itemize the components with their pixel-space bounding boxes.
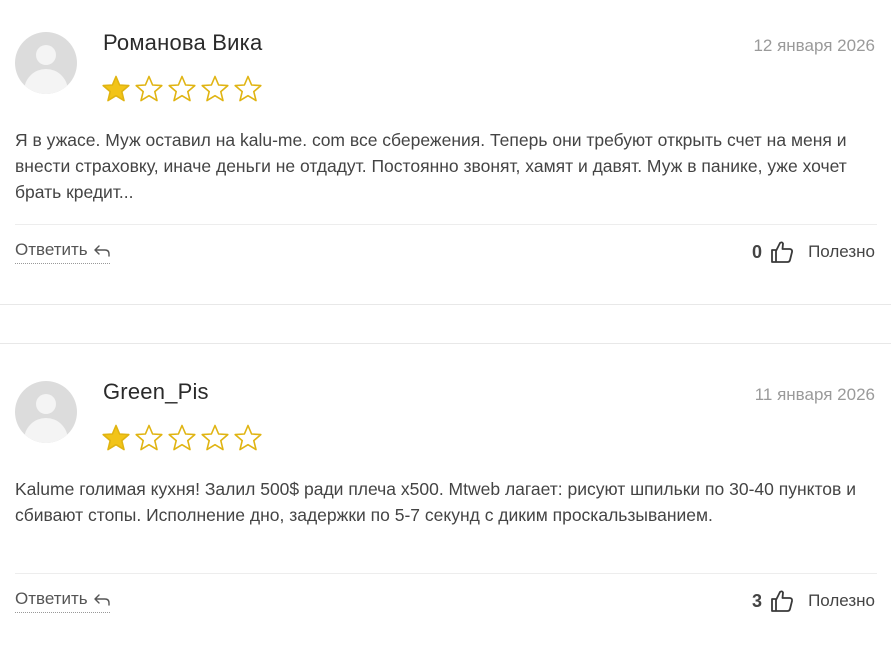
star-empty-icon (135, 75, 163, 102)
helpful-control: 0 Полезно (752, 238, 875, 266)
helpful-control: 3 Полезно (752, 587, 875, 615)
thumbs-up-icon[interactable] (770, 240, 794, 264)
review-divider (0, 304, 891, 305)
star-empty-icon (201, 424, 229, 451)
thumbs-up-icon[interactable] (770, 589, 794, 613)
review-separator (15, 224, 877, 225)
star-empty-icon (168, 75, 196, 102)
review-text: Я в ужасе. Муж оставил на kalu-me. com в… (15, 130, 847, 202)
review-text: Kalume голимая кухня! Залил 500$ ради пл… (15, 479, 856, 525)
star-empty-icon (201, 75, 229, 102)
star-rating (101, 423, 266, 453)
star-empty-icon (135, 424, 163, 451)
star-empty-icon (168, 424, 196, 451)
review-author: Green_Pis (103, 379, 209, 404)
reply-arrow-icon (94, 244, 111, 257)
reply-label: Ответить (15, 589, 88, 608)
star-rating (101, 74, 266, 104)
avatar (15, 32, 77, 94)
star-filled-icon (102, 424, 130, 451)
review-card: Романова Вика 12 января 2026 Я в ужасе. … (0, 0, 891, 305)
review-separator (15, 573, 877, 574)
reply-arrow-icon (94, 593, 111, 606)
helpful-count: 3 (752, 590, 763, 611)
star-filled-icon (102, 75, 130, 102)
helpful-count: 0 (752, 241, 763, 262)
avatar (15, 381, 77, 443)
reply-button[interactable]: Ответить (15, 240, 111, 264)
user-silhouette-icon (36, 394, 56, 414)
star-empty-icon (234, 424, 262, 451)
user-silhouette-icon (36, 45, 56, 65)
review-date: 12 января 2026 (753, 36, 875, 55)
reply-button[interactable]: Ответить (15, 589, 111, 613)
helpful-label[interactable]: Полезно (808, 591, 875, 611)
reply-label: Ответить (15, 240, 88, 259)
helpful-label[interactable]: Полезно (808, 242, 875, 262)
review-date: 11 января 2026 (754, 385, 875, 404)
review-author: Романова Вика (103, 30, 263, 55)
star-empty-icon (234, 75, 262, 102)
reviews-list: Романова Вика 12 января 2026 Я в ужасе. … (0, 0, 891, 648)
review-card: Green_Pis 11 января 2026 Kalume голимая … (0, 344, 891, 648)
